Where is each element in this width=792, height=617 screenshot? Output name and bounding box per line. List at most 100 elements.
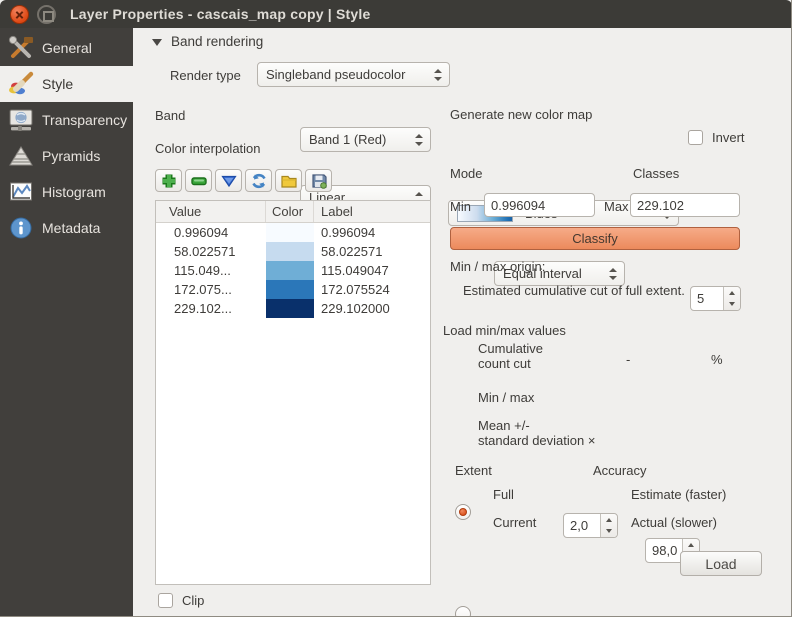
- classify-label: Classify: [572, 231, 618, 246]
- section-title: Band rendering: [171, 34, 263, 49]
- sidebar-item-pyramids[interactable]: Pyramids: [0, 138, 133, 174]
- load-minmax-title: Load min/max values: [443, 323, 566, 338]
- band-rendering-section-header[interactable]: Band rendering: [152, 34, 263, 49]
- band-combobox[interactable]: Band 1 (Red): [300, 127, 431, 152]
- minmax-radio[interactable]: [455, 606, 471, 617]
- sidebar-item-label: General: [42, 40, 92, 56]
- info-icon: [8, 215, 34, 241]
- classes-label: Classes: [633, 166, 679, 181]
- max-input[interactable]: 229.102: [630, 193, 740, 217]
- max-label: Max: [604, 199, 629, 214]
- combo-arrows-icon: [415, 134, 423, 146]
- invert-checkbox[interactable]: [688, 130, 703, 145]
- cell-value: 172.075...: [156, 280, 266, 299]
- render-type-label: Render type: [170, 68, 241, 83]
- clip-checkbox[interactable]: [158, 593, 173, 608]
- classify-button[interactable]: Classify: [450, 227, 740, 250]
- extent-full-label: Full: [493, 487, 514, 502]
- sidebar-item-label: Style: [42, 76, 73, 92]
- cumulative-from-spinbox[interactable]: 2,0: [563, 513, 618, 538]
- color-swatch: [266, 299, 314, 318]
- collapse-arrow-icon: [152, 39, 162, 46]
- transparency-icon: [8, 107, 34, 133]
- save-colormap-file-button[interactable]: [305, 169, 332, 192]
- sidebar-item-metadata[interactable]: Metadata: [0, 210, 133, 246]
- sort-colors-button[interactable]: [215, 169, 242, 192]
- spin-arrows-icon[interactable]: [600, 514, 617, 537]
- tools-icon: [8, 35, 34, 61]
- sidebar-item-histogram[interactable]: Histogram: [0, 174, 133, 210]
- table-row[interactable]: 115.049... 115.049047: [156, 261, 430, 280]
- column-header-label[interactable]: Label: [314, 201, 430, 222]
- add-color-button[interactable]: [155, 169, 182, 192]
- combo-arrows-icon: [609, 268, 617, 280]
- color-interpolation-label: Color interpolation: [155, 141, 261, 156]
- sidebar-item-style[interactable]: Style: [0, 66, 133, 102]
- generate-colormap-title: Generate new color map: [450, 107, 592, 122]
- cell-label: 229.102000: [314, 299, 430, 318]
- minmax-origin-label: Min / max origin:: [450, 259, 545, 274]
- cell-label: 115.049047: [314, 261, 430, 280]
- load-colormap-file-button[interactable]: [275, 169, 302, 192]
- load-button[interactable]: Load: [680, 551, 762, 576]
- sidebar-item-label: Histogram: [42, 184, 106, 200]
- refresh-button[interactable]: [245, 169, 272, 192]
- range-separator: -: [626, 352, 630, 367]
- sidebar-item-label: Metadata: [42, 220, 100, 236]
- column-header-color[interactable]: Color: [266, 201, 314, 222]
- cell-value: 115.049...: [156, 261, 266, 280]
- colormap-table[interactable]: Value Color Label 0.996094 0.996094 58.0…: [155, 200, 431, 585]
- color-swatch: [266, 242, 314, 261]
- table-row[interactable]: 0.996094 0.996094: [156, 223, 430, 242]
- table-header-row[interactable]: Value Color Label: [156, 201, 430, 223]
- invert-label: Invert: [712, 130, 745, 145]
- sidebar-item-label: Pyramids: [42, 148, 100, 164]
- table-row[interactable]: 172.075... 172.075524: [156, 280, 430, 299]
- clip-label: Clip: [182, 593, 204, 608]
- remove-color-button[interactable]: [185, 169, 212, 192]
- pyramid-icon: [8, 143, 34, 169]
- percent-label: %: [711, 352, 723, 367]
- mean-stddev-label: Mean +/- standard deviation ×: [478, 418, 595, 448]
- band-value: Band 1 (Red): [309, 132, 430, 147]
- accuracy-label: Accuracy: [593, 463, 646, 478]
- cumulative-from-value: 2,0: [570, 518, 588, 533]
- accuracy-estimate-label: Estimate (faster): [631, 487, 726, 502]
- classes-spinbox[interactable]: 5: [690, 286, 741, 311]
- minmax-radio-label: Min / max: [478, 390, 534, 405]
- mode-label: Mode: [450, 166, 483, 181]
- sidebar-item-transparency[interactable]: Transparency: [0, 102, 133, 138]
- min-value: 0.996094: [491, 198, 545, 213]
- min-input[interactable]: 0.996094: [484, 193, 595, 217]
- sort-down-icon: [220, 172, 238, 190]
- layer-properties-dialog: Layer Properties - cascais_map copy | St…: [0, 0, 792, 617]
- extent-label: Extent: [455, 463, 492, 478]
- cell-label: 172.075524: [314, 280, 430, 299]
- table-row[interactable]: 58.022571 58.022571: [156, 242, 430, 261]
- histogram-icon: [8, 179, 34, 205]
- maximize-icon[interactable]: [37, 5, 56, 24]
- cell-value: 0.996094: [156, 223, 266, 242]
- render-type-value: Singleband pseudocolor: [266, 67, 449, 82]
- color-swatch: [266, 280, 314, 299]
- titlebar[interactable]: Layer Properties - cascais_map copy | St…: [0, 0, 792, 28]
- render-type-combobox[interactable]: Singleband pseudocolor: [257, 62, 450, 87]
- sidebar: General Style: [0, 28, 133, 617]
- close-icon[interactable]: [10, 5, 29, 24]
- accuracy-actual-label: Actual (slower): [631, 515, 717, 530]
- invert-row: Invert: [688, 130, 745, 145]
- color-swatch: [266, 223, 314, 242]
- cumulative-count-cut-radio[interactable]: [455, 504, 471, 520]
- band-label: Band: [155, 108, 185, 123]
- open-file-icon: [280, 172, 298, 190]
- max-value: 229.102: [637, 198, 684, 213]
- table-row[interactable]: 229.102... 229.102000: [156, 299, 430, 318]
- spin-arrows-icon[interactable]: [723, 287, 740, 310]
- cell-value: 58.022571: [156, 242, 266, 261]
- sidebar-item-general[interactable]: General: [0, 30, 133, 66]
- column-header-value[interactable]: Value: [156, 201, 266, 222]
- load-label: Load: [705, 556, 736, 572]
- colormap-toolbar: [155, 169, 335, 192]
- paintbrush-icon: [8, 71, 34, 97]
- add-color-icon: [160, 172, 178, 190]
